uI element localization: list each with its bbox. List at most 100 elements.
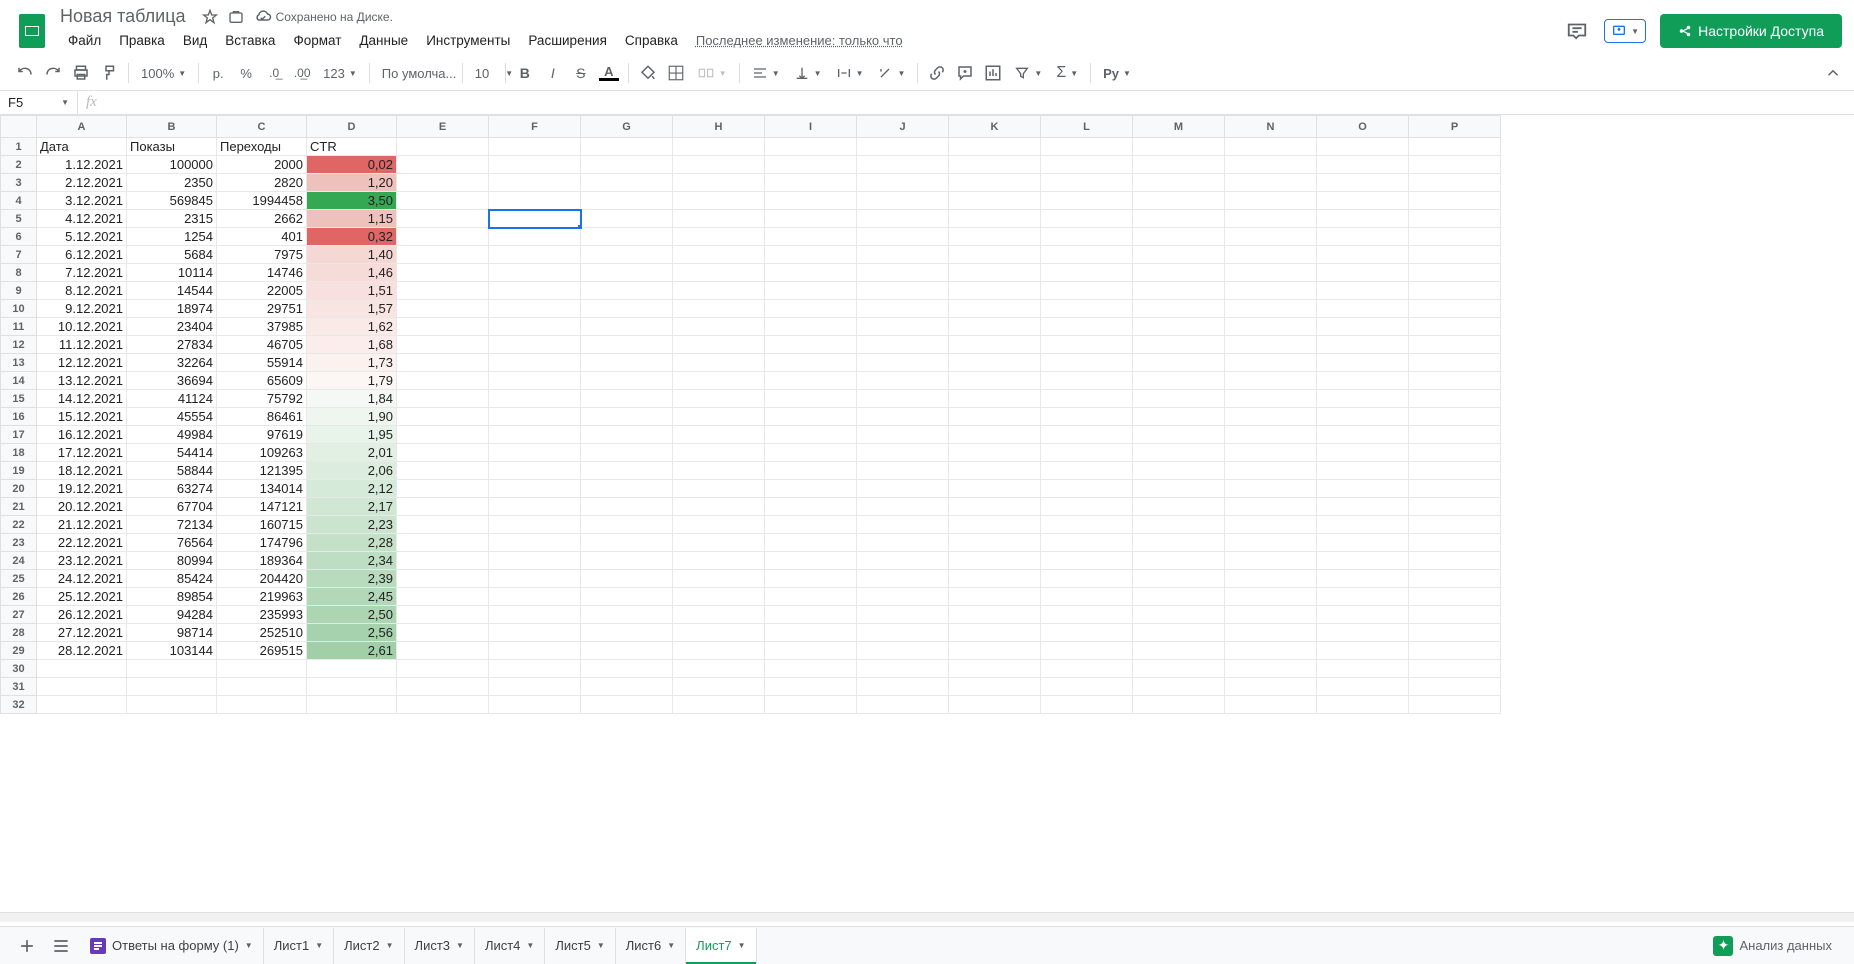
cell-H18[interactable] xyxy=(673,444,765,462)
cell-A13[interactable]: 12.12.2021 xyxy=(37,354,127,372)
sheet-tab[interactable]: Лист7▼ xyxy=(686,928,756,964)
cell-G27[interactable] xyxy=(581,606,673,624)
share-button[interactable]: Настройки Доступа xyxy=(1660,14,1842,48)
cell-K2[interactable] xyxy=(949,156,1041,174)
cell-L9[interactable] xyxy=(1041,282,1133,300)
cell-N25[interactable] xyxy=(1225,570,1317,588)
cell-F15[interactable] xyxy=(489,390,581,408)
cell-G32[interactable] xyxy=(581,696,673,714)
cell-L6[interactable] xyxy=(1041,228,1133,246)
menu-файл[interactable]: Файл xyxy=(60,29,109,52)
rotate-button[interactable]: ▼ xyxy=(871,60,911,86)
cell-F21[interactable] xyxy=(489,498,581,516)
present-button[interactable]: ▼ xyxy=(1604,19,1646,43)
cell-O6[interactable] xyxy=(1317,228,1409,246)
cell-L20[interactable] xyxy=(1041,480,1133,498)
row-header-28[interactable]: 28 xyxy=(1,624,37,642)
cell-N7[interactable] xyxy=(1225,246,1317,264)
cell-I16[interactable] xyxy=(765,408,857,426)
cell-F29[interactable] xyxy=(489,642,581,660)
print-button[interactable] xyxy=(68,60,94,86)
cell-K18[interactable] xyxy=(949,444,1041,462)
cell-J21[interactable] xyxy=(857,498,949,516)
cell-P2[interactable] xyxy=(1409,156,1501,174)
cell-B21[interactable]: 67704 xyxy=(127,498,217,516)
cell-I5[interactable] xyxy=(765,210,857,228)
cell-H3[interactable] xyxy=(673,174,765,192)
cell-I4[interactable] xyxy=(765,192,857,210)
col-header-C[interactable]: C xyxy=(217,116,307,138)
cell-B10[interactable]: 18974 xyxy=(127,300,217,318)
cell-K26[interactable] xyxy=(949,588,1041,606)
sheet-tab[interactable]: Лист1▼ xyxy=(264,928,334,964)
cell-K25[interactable] xyxy=(949,570,1041,588)
row-header-20[interactable]: 20 xyxy=(1,480,37,498)
cell-G7[interactable] xyxy=(581,246,673,264)
cell-I12[interactable] xyxy=(765,336,857,354)
cell-A15[interactable]: 14.12.2021 xyxy=(37,390,127,408)
cell-E30[interactable] xyxy=(397,660,489,678)
cell-B26[interactable]: 89854 xyxy=(127,588,217,606)
bold-button[interactable]: B xyxy=(512,60,538,86)
cell-I10[interactable] xyxy=(765,300,857,318)
cell-H27[interactable] xyxy=(673,606,765,624)
cell-C8[interactable]: 14746 xyxy=(217,264,307,282)
cell-P9[interactable] xyxy=(1409,282,1501,300)
cell-E9[interactable] xyxy=(397,282,489,300)
cell-E29[interactable] xyxy=(397,642,489,660)
cell-H7[interactable] xyxy=(673,246,765,264)
cell-L30[interactable] xyxy=(1041,660,1133,678)
cell-I21[interactable] xyxy=(765,498,857,516)
cell-G28[interactable] xyxy=(581,624,673,642)
cell-O32[interactable] xyxy=(1317,696,1409,714)
cell-P5[interactable] xyxy=(1409,210,1501,228)
cell-C9[interactable]: 22005 xyxy=(217,282,307,300)
cell-I6[interactable] xyxy=(765,228,857,246)
functions-button[interactable]: Σ▼ xyxy=(1050,60,1084,86)
cell-C4[interactable]: 1994458 xyxy=(217,192,307,210)
cell-D24[interactable]: 2,34 xyxy=(307,552,397,570)
text-color-button[interactable]: A xyxy=(596,60,622,86)
cell-D30[interactable] xyxy=(307,660,397,678)
cell-B1[interactable]: Показы xyxy=(127,138,217,156)
percent-button[interactable]: % xyxy=(233,60,259,86)
cell-O27[interactable] xyxy=(1317,606,1409,624)
cell-D26[interactable]: 2,45 xyxy=(307,588,397,606)
cell-I27[interactable] xyxy=(765,606,857,624)
currency-button[interactable]: р. xyxy=(205,60,231,86)
cell-J6[interactable] xyxy=(857,228,949,246)
cell-A30[interactable] xyxy=(37,660,127,678)
cell-F31[interactable] xyxy=(489,678,581,696)
row-header-11[interactable]: 11 xyxy=(1,318,37,336)
cell-I32[interactable] xyxy=(765,696,857,714)
cell-M19[interactable] xyxy=(1133,462,1225,480)
cell-J25[interactable] xyxy=(857,570,949,588)
cell-P15[interactable] xyxy=(1409,390,1501,408)
cell-P3[interactable] xyxy=(1409,174,1501,192)
cell-E18[interactable] xyxy=(397,444,489,462)
cell-O13[interactable] xyxy=(1317,354,1409,372)
cell-P18[interactable] xyxy=(1409,444,1501,462)
col-header-G[interactable]: G xyxy=(581,116,673,138)
cell-L15[interactable] xyxy=(1041,390,1133,408)
cell-G30[interactable] xyxy=(581,660,673,678)
cell-C13[interactable]: 55914 xyxy=(217,354,307,372)
cell-I15[interactable] xyxy=(765,390,857,408)
cell-O8[interactable] xyxy=(1317,264,1409,282)
menu-инструменты[interactable]: Инструменты xyxy=(418,29,518,52)
cell-P21[interactable] xyxy=(1409,498,1501,516)
cell-D9[interactable]: 1,51 xyxy=(307,282,397,300)
cell-G6[interactable] xyxy=(581,228,673,246)
row-header-13[interactable]: 13 xyxy=(1,354,37,372)
cell-P27[interactable] xyxy=(1409,606,1501,624)
cell-G31[interactable] xyxy=(581,678,673,696)
cell-E10[interactable] xyxy=(397,300,489,318)
cell-N13[interactable] xyxy=(1225,354,1317,372)
cell-P22[interactable] xyxy=(1409,516,1501,534)
cell-E1[interactable] xyxy=(397,138,489,156)
cell-C14[interactable]: 65609 xyxy=(217,372,307,390)
row-header-3[interactable]: 3 xyxy=(1,174,37,192)
cell-K16[interactable] xyxy=(949,408,1041,426)
cell-P23[interactable] xyxy=(1409,534,1501,552)
cell-L23[interactable] xyxy=(1041,534,1133,552)
